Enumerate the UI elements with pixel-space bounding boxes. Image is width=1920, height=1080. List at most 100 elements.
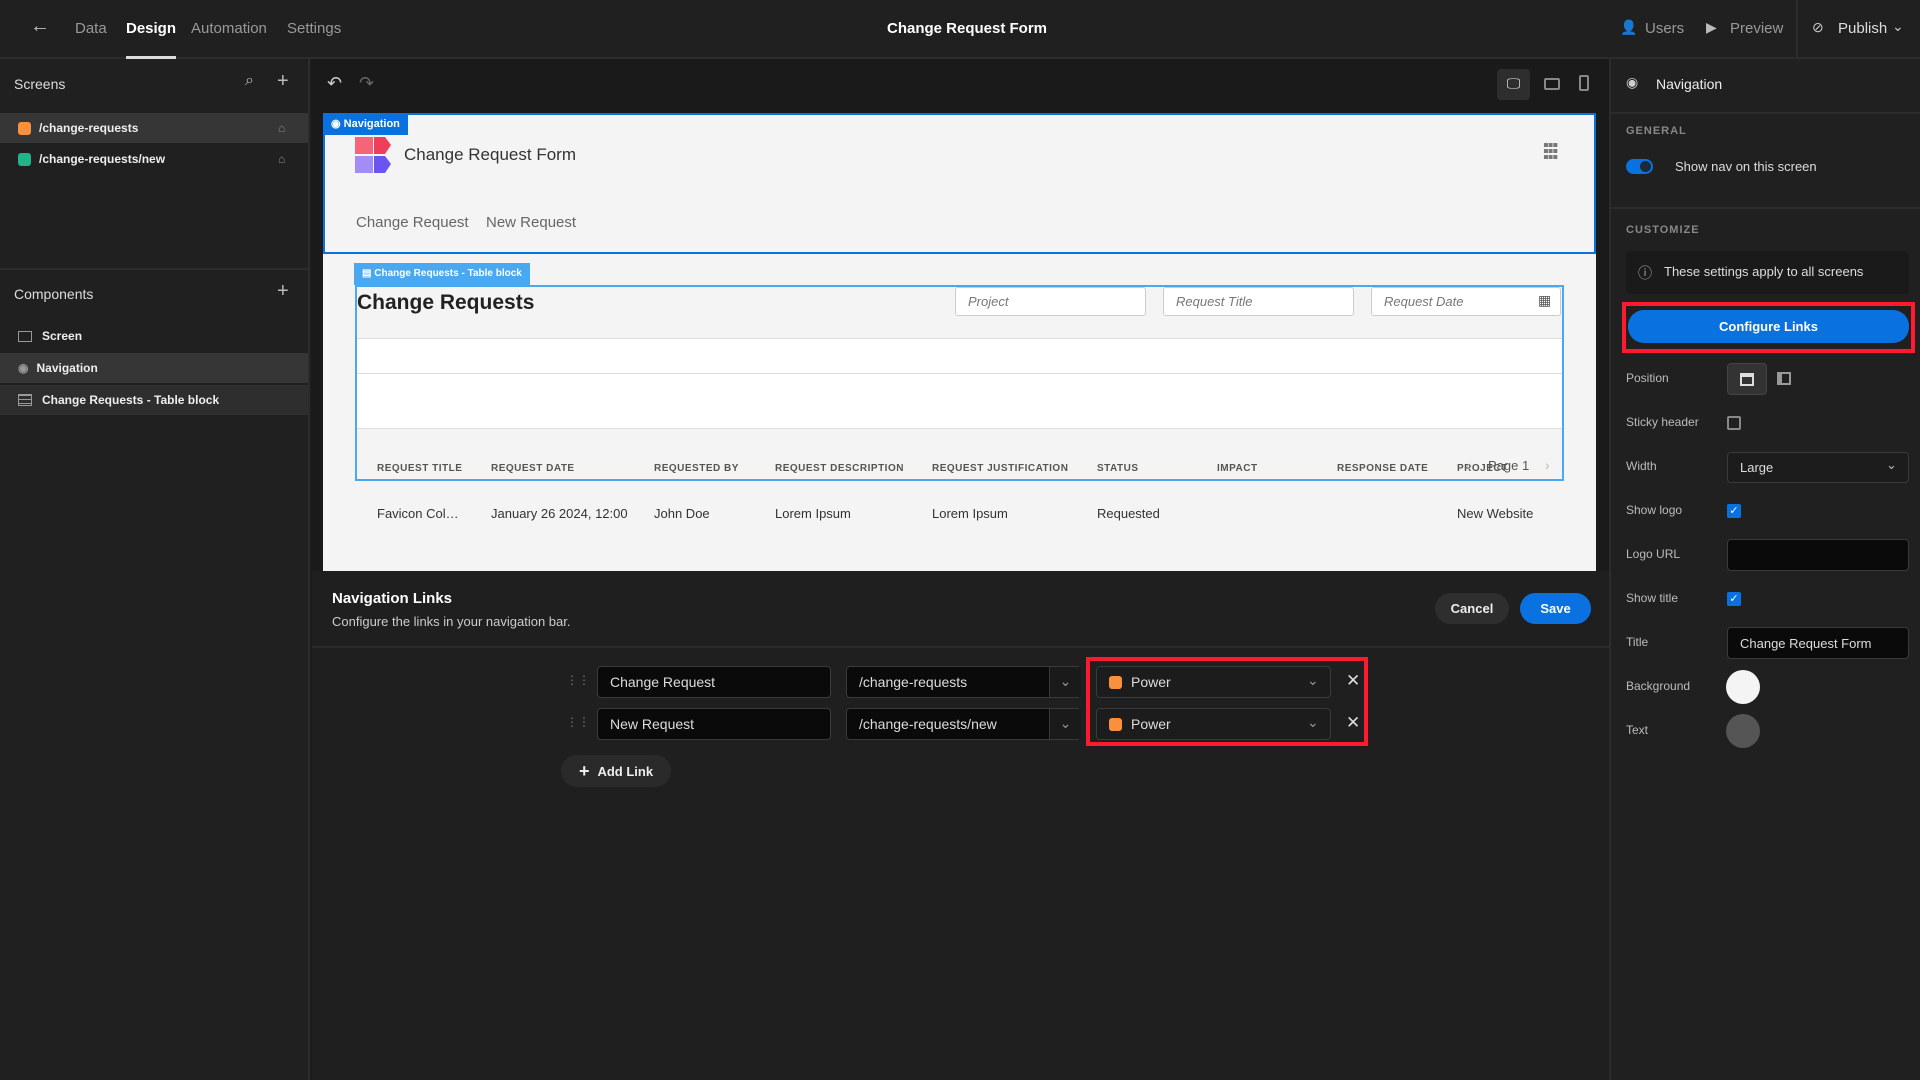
cancel-button[interactable]: Cancel xyxy=(1435,593,1509,624)
users-icon: 👤 xyxy=(1620,19,1638,35)
components-title: Components xyxy=(14,286,94,302)
title-label: Title xyxy=(1626,635,1649,649)
column-header[interactable]: STATUS xyxy=(1097,463,1139,474)
table-cell[interactable]: New Website xyxy=(1457,506,1533,521)
show-title-checkbox[interactable]: ✓ xyxy=(1727,592,1741,606)
app-preview: ◉ Navigation Change Request Form ▪▪▪ ▪▪▪ ▪… xyxy=(323,113,1596,571)
component-item-screen[interactable]: Screen xyxy=(0,321,308,351)
redo-icon[interactable]: ↷ xyxy=(359,73,374,94)
panel-subtitle: Configure the links in your navigation b… xyxy=(332,614,571,629)
column-header[interactable]: REQUESTED BY xyxy=(654,463,739,474)
text-color-picker[interactable] xyxy=(1726,714,1760,748)
drag-handle-icon[interactable]: ⋮⋮ xyxy=(566,673,590,687)
title-input[interactable]: Change Request Form xyxy=(1727,627,1909,659)
chevron-down-icon[interactable]: ⌄ xyxy=(1049,709,1081,739)
divider xyxy=(1796,0,1798,58)
screen-color-dot xyxy=(18,121,31,135)
desktop-view-icon[interactable]: 🖵 xyxy=(1497,69,1530,100)
add-link-button[interactable]: + Add Link xyxy=(561,755,671,787)
publish-button[interactable]: Publish xyxy=(1838,20,1887,37)
column-header[interactable]: REQUEST TITLE xyxy=(377,463,462,474)
plus-icon: + xyxy=(578,760,590,781)
nav-link[interactable]: New Request xyxy=(486,214,576,231)
app-logo xyxy=(355,137,391,173)
table-title: Change Requests xyxy=(357,291,535,314)
table-cell[interactable]: Requested xyxy=(1097,506,1160,521)
home-icon[interactable]: ⌂ xyxy=(278,152,285,166)
logo-url-input[interactable] xyxy=(1727,539,1909,571)
next-page-icon[interactable]: › xyxy=(1545,457,1550,473)
column-header[interactable]: IMPACT xyxy=(1217,463,1258,474)
calendar-icon[interactable]: ▦ xyxy=(1538,292,1551,309)
column-header[interactable]: REQUEST DATE xyxy=(491,463,575,474)
divider xyxy=(357,373,1562,374)
table-cell[interactable]: John Doe xyxy=(654,506,710,521)
navigation-links-panel: Navigation Links Configure the links in … xyxy=(312,571,1609,1080)
search-icon[interactable]: ⌕ xyxy=(245,72,254,90)
users-button[interactable]: Users xyxy=(1645,20,1684,37)
mobile-view-icon[interactable] xyxy=(1579,75,1589,91)
customize-heading: CUSTOMIZE xyxy=(1626,224,1700,236)
left-sidebar: Screens ⌕ + /change-requests ⌂ /change-r… xyxy=(0,59,310,1080)
chevron-down-icon[interactable]: ⌄ xyxy=(1049,667,1081,697)
prev-page-icon[interactable]: ‹ xyxy=(1466,457,1471,473)
preview-button[interactable]: Preview xyxy=(1730,20,1783,37)
link-url-input[interactable]: /change-requests/new ⌄ xyxy=(846,708,1081,740)
tablet-view-icon[interactable] xyxy=(1544,78,1560,90)
table-icon xyxy=(18,394,32,406)
link-url-input[interactable]: /change-requests ⌄ xyxy=(846,666,1081,698)
table-cell[interactable]: Lorem Ipsum xyxy=(932,506,1008,521)
eye-icon: ◉ xyxy=(18,361,29,375)
link-label-input[interactable]: New Request xyxy=(597,708,831,740)
divider xyxy=(357,428,1562,429)
navigation-block[interactable] xyxy=(323,113,1596,254)
link-url-value: /change-requests xyxy=(859,674,968,690)
show-logo-label: Show logo xyxy=(1626,503,1683,517)
sticky-header-checkbox[interactable] xyxy=(1727,416,1741,430)
navigation-tag[interactable]: ◉ Navigation xyxy=(323,113,408,135)
screen-path: /change-requests/new xyxy=(39,152,166,166)
navigation-tag-label: Navigation xyxy=(343,118,400,130)
link-url-value: /change-requests/new xyxy=(859,716,997,732)
save-button[interactable]: Save xyxy=(1520,593,1591,624)
column-header[interactable]: REQUEST JUSTIFICATION xyxy=(932,463,1068,474)
show-logo-checkbox[interactable]: ✓ xyxy=(1727,504,1741,518)
table-cell[interactable]: January 26 2024, 12:00 xyxy=(491,506,628,521)
column-header[interactable]: RESPONSE DATE xyxy=(1337,463,1428,474)
position-left-button[interactable] xyxy=(1777,372,1791,385)
table-cell[interactable]: Favicon Col… xyxy=(377,506,459,521)
publish-icon: ⊘ xyxy=(1812,19,1824,35)
home-icon[interactable]: ⌂ xyxy=(278,121,285,135)
screen-item[interactable]: /change-requests ⌂ xyxy=(0,113,308,143)
component-label: Change Requests - Table block xyxy=(42,393,220,407)
show-nav-toggle[interactable] xyxy=(1626,159,1653,174)
screen-item[interactable]: /change-requests/new ⌂ xyxy=(0,144,308,174)
add-component-icon[interactable]: + xyxy=(277,280,289,303)
background-color-picker[interactable] xyxy=(1726,670,1760,704)
table-block-tag[interactable]: ▤ Change Requests - Table block xyxy=(354,263,530,285)
position-top-button[interactable] xyxy=(1727,363,1767,395)
undo-icon[interactable]: ↶ xyxy=(327,73,342,94)
divider xyxy=(312,646,1609,648)
settings-title: Navigation xyxy=(1656,76,1723,92)
component-label: Navigation xyxy=(36,361,98,375)
info-box: ⓘ These settings apply to all screens xyxy=(1626,251,1909,294)
show-title-label: Show title xyxy=(1626,591,1679,605)
width-value: Large xyxy=(1740,460,1774,475)
component-item-navigation[interactable]: ◉ Navigation xyxy=(0,353,308,383)
drag-handle-icon[interactable]: ⋮⋮ xyxy=(566,715,590,729)
panel-title: Navigation Links xyxy=(332,590,453,607)
request-title-filter[interactable]: Request Title xyxy=(1163,287,1354,316)
add-screen-icon[interactable]: + xyxy=(277,70,289,93)
component-item-table-block[interactable]: Change Requests - Table block xyxy=(0,385,308,415)
table-cell[interactable]: Lorem Ipsum xyxy=(775,506,851,521)
width-select[interactable]: Large ⌄ xyxy=(1727,452,1909,483)
nav-link[interactable]: Change Request xyxy=(356,214,469,231)
app-grid-icon[interactable]: ▪▪▪ ▪▪▪ ▪▪▪ xyxy=(1543,138,1563,166)
table-block-tag-label: Change Requests - Table block xyxy=(374,268,522,279)
request-date-filter[interactable]: Request Date xyxy=(1371,287,1561,316)
project-filter[interactable]: Project xyxy=(955,287,1146,316)
link-label-input[interactable]: Change Request xyxy=(597,666,831,698)
chevron-down-icon[interactable]: ⌄ xyxy=(1892,18,1904,35)
column-header[interactable]: REQUEST DESCRIPTION xyxy=(775,463,904,474)
